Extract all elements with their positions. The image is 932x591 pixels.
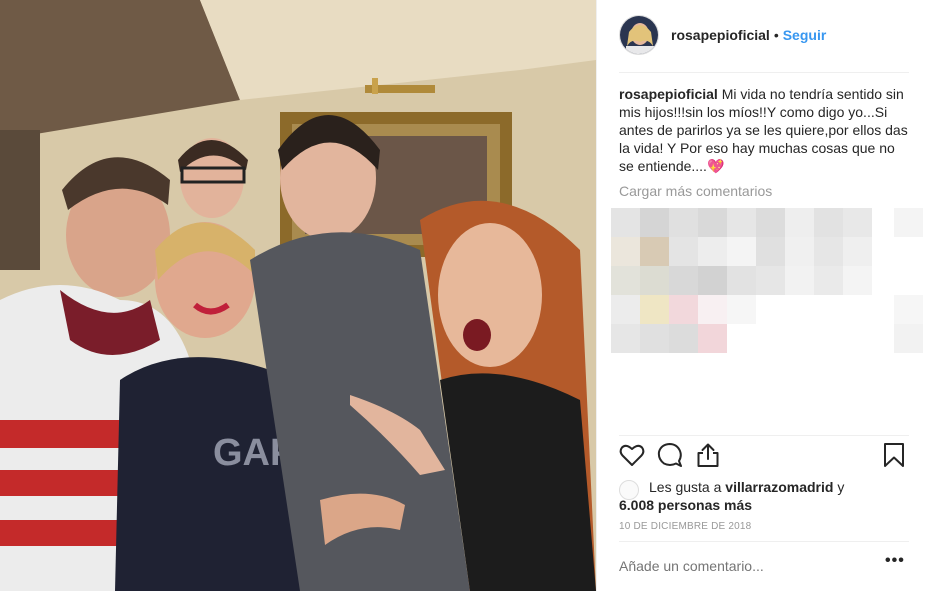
header-divider <box>619 72 909 73</box>
like-button[interactable] <box>619 442 647 470</box>
post-header: rosapepioficial • Seguir <box>619 14 909 56</box>
likes-count-link[interactable]: 6.008 personas más <box>619 496 752 514</box>
ellipsis-icon[interactable]: ••• <box>885 552 905 570</box>
comment-divider <box>619 541 909 542</box>
save-button[interactable] <box>881 442 909 470</box>
post-date[interactable]: 10 DE DICIEMBRE DE 2018 <box>619 521 751 532</box>
username-link[interactable]: rosapepioficial <box>671 27 770 43</box>
heart-icon <box>619 444 645 466</box>
comment-input[interactable] <box>619 558 889 574</box>
post-side-panel: rosapepioficial • Seguir rosapepioficial… <box>596 0 932 591</box>
header-separator: • <box>773 27 779 43</box>
caption-username-link[interactable]: rosapepioficial <box>619 86 718 102</box>
actions-divider <box>619 435 909 436</box>
likes-joiner: y <box>833 479 845 495</box>
action-bar <box>619 442 909 472</box>
instagram-post: GAP rosapepioficial • Seguir rosapepiofi… <box>0 0 932 591</box>
share-icon <box>697 443 719 467</box>
comment-button[interactable] <box>657 442 685 470</box>
likes-summary: Les gusta a villarrazomadrid y 6.008 per… <box>619 478 909 518</box>
share-button[interactable] <box>695 442 723 470</box>
likes-prefix: Les gusta a <box>649 479 726 495</box>
avatar[interactable] <box>619 15 659 55</box>
follow-button[interactable]: Seguir <box>783 27 827 43</box>
avatar-image <box>620 16 658 54</box>
likes-line-1: Les gusta a villarrazomadrid y <box>649 478 844 496</box>
blurred-comments-area <box>611 208 923 353</box>
family-photo-illustration: GAP <box>0 0 596 591</box>
load-more-comments-link[interactable]: Cargar más comentarios <box>619 183 772 199</box>
liker-username-link[interactable]: villarrazomadrid <box>725 479 833 495</box>
bookmark-icon <box>884 443 904 467</box>
post-photo[interactable]: GAP <box>0 0 596 591</box>
comment-bubble-icon <box>657 443 682 467</box>
caption: rosapepioficial Mi vida no tendría senti… <box>619 85 911 175</box>
